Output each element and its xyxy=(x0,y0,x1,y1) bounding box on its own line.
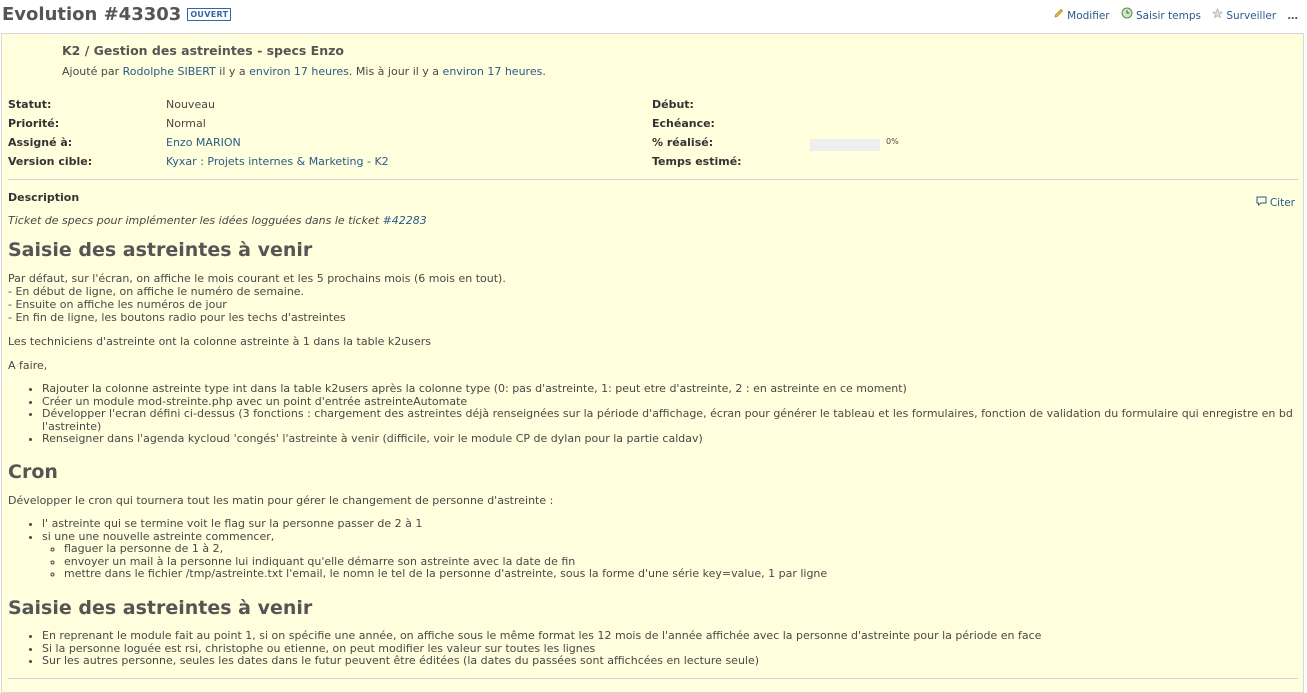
paragraph: Par défaut, sur l'écran, on affiche le m… xyxy=(8,272,1293,324)
watch-button[interactable]: Surveiller xyxy=(1212,7,1277,22)
done-label: % réalisé: xyxy=(652,136,714,149)
issue-details: K2 / Gestion des astreintes - specs Enzo… xyxy=(1,33,1304,693)
section-saisie-2: Saisie des astreintes à venir En reprena… xyxy=(8,596,1293,668)
issue-attributes: Statut: Nouveau Début: Priorité: Normal … xyxy=(8,98,1298,174)
updated-link[interactable]: environ 17 heures xyxy=(443,65,543,78)
text-line: - En début de ligne, on affiche le numér… xyxy=(8,285,305,298)
author-suffix: . xyxy=(542,65,546,78)
page-title: Evolution #43303 OUVERT xyxy=(2,4,232,25)
section-heading: Cron xyxy=(8,461,58,483)
start-label: Début: xyxy=(652,98,694,111)
assignee-label: Assigné à: xyxy=(8,136,73,149)
section-cron: Cron Développer le cron qui tournera tou… xyxy=(8,460,1293,581)
edit-label: Modifier xyxy=(1067,10,1110,22)
comment-icon xyxy=(1256,196,1267,209)
list-item: Sur les autres personne, seules les date… xyxy=(42,654,1293,668)
issue-author-line: Ajouté par Rodolphe SIBERT il y a enviro… xyxy=(62,65,546,78)
list-item: Renseigner dans l'agenda kycloud 'congés… xyxy=(42,432,1293,446)
due-label: Echéance: xyxy=(652,117,715,130)
section-heading: Saisie des astreintes à venir xyxy=(8,239,313,261)
text-line: - En fin de ligne, les boutons radio pou… xyxy=(8,311,346,324)
attr-row: Priorité: Normal Echéance: xyxy=(8,117,1298,136)
list-item-text: si une une nouvelle astreinte commencer, xyxy=(42,529,275,543)
description-intro: Ticket de specs pour implémenter les idé… xyxy=(8,214,427,227)
author-prefix: Ajouté par xyxy=(62,65,120,78)
issue-title: Evolution #43303 xyxy=(2,4,182,25)
intro-text: Ticket de specs pour implémenter les idé… xyxy=(8,214,380,227)
sub-list-item: flaguer la personne de 1 à 2, xyxy=(64,542,1293,556)
cron-list: l' astreinte qui se termine voit le flag… xyxy=(8,517,1293,581)
assignee-link[interactable]: Enzo MARION xyxy=(166,136,241,149)
text-line: - Ensuite on affiche les numéros de jour xyxy=(8,298,227,311)
text-line: Par défaut, sur l'écran, on affiche le m… xyxy=(8,272,506,285)
version-label: Version cible: xyxy=(8,155,93,168)
paragraph: Développer le cron qui tournera tout les… xyxy=(8,494,554,507)
issue-header: Evolution #43303 OUVERT Modifier Saisir t… xyxy=(0,0,1307,30)
done-percent: 0% xyxy=(886,137,899,146)
version-link[interactable]: Kyxar : Projets internes & Marketing - K… xyxy=(166,155,389,168)
clock-icon xyxy=(1121,7,1133,22)
estimated-label: Temps estimé: xyxy=(652,155,742,168)
list-item: En reprenant le module fait au point 1, … xyxy=(42,629,1293,643)
status-value: Nouveau xyxy=(166,98,215,111)
status-label: Statut: xyxy=(8,98,52,111)
author-mid: il y a xyxy=(219,65,246,78)
watch-label: Surveiller xyxy=(1226,10,1277,22)
list-item: si une une nouvelle astreinte commencer,… xyxy=(42,529,1293,581)
more-actions-icon[interactable]: … xyxy=(1288,10,1300,22)
section-heading: Saisie des astreintes à venir xyxy=(8,597,313,619)
pencil-icon xyxy=(1053,8,1064,22)
edit-button[interactable]: Modifier xyxy=(1053,8,1110,22)
todo-list: Rajouter la colonne astreinte type int d… xyxy=(8,382,1293,446)
sub-list-item: mettre dans le fichier /tmp/astreinte.tx… xyxy=(64,567,1293,581)
author-link[interactable]: Rodolphe SIBERT xyxy=(123,65,216,78)
divider xyxy=(8,678,1298,679)
done-progress-bar xyxy=(810,139,880,151)
quote-label: Citer xyxy=(1269,197,1295,209)
contextual-actions: Modifier Saisir temps Surveiller … xyxy=(1045,7,1299,22)
divider xyxy=(8,179,1298,180)
created-link[interactable]: environ 17 heures xyxy=(249,65,349,78)
paragraph: A faire, xyxy=(8,359,48,372)
issue-subject: K2 / Gestion des astreintes - specs Enzo xyxy=(62,43,344,58)
attr-row: Version cible: Kyxar : Projets internes … xyxy=(8,155,1298,174)
priority-label: Priorité: xyxy=(8,117,60,130)
attr-row: Statut: Nouveau Début: xyxy=(8,98,1298,117)
log-time-button[interactable]: Saisir temps xyxy=(1121,7,1201,22)
updated-prefix: . Mis à jour il y a xyxy=(348,65,440,78)
log-time-label: Saisir temps xyxy=(1135,10,1201,22)
priority-value: Normal xyxy=(166,117,206,130)
paragraph: Les techniciens d'astreinte ont la colon… xyxy=(8,335,431,348)
edit-list: En reprenant le module fait au point 1, … xyxy=(8,629,1293,668)
section-saisie: Saisie des astreintes à venir Par défaut… xyxy=(8,238,1293,446)
ticket-link[interactable]: #42283 xyxy=(383,214,427,227)
quote-button[interactable]: Citer xyxy=(1256,196,1295,209)
attr-row: Assigné à: Enzo MARION % réalisé: 0% xyxy=(8,136,1298,155)
list-item: Développer l'ecran défini ci-dessus (3 f… xyxy=(42,407,1293,433)
description-heading: Description xyxy=(8,191,80,204)
list-item: Rajouter la colonne astreinte type int d… xyxy=(42,382,1293,396)
status-badge: OUVERT xyxy=(187,8,232,21)
star-icon xyxy=(1212,7,1224,22)
sub-list: flaguer la personne de 1 à 2, envoyer un… xyxy=(42,542,1293,581)
